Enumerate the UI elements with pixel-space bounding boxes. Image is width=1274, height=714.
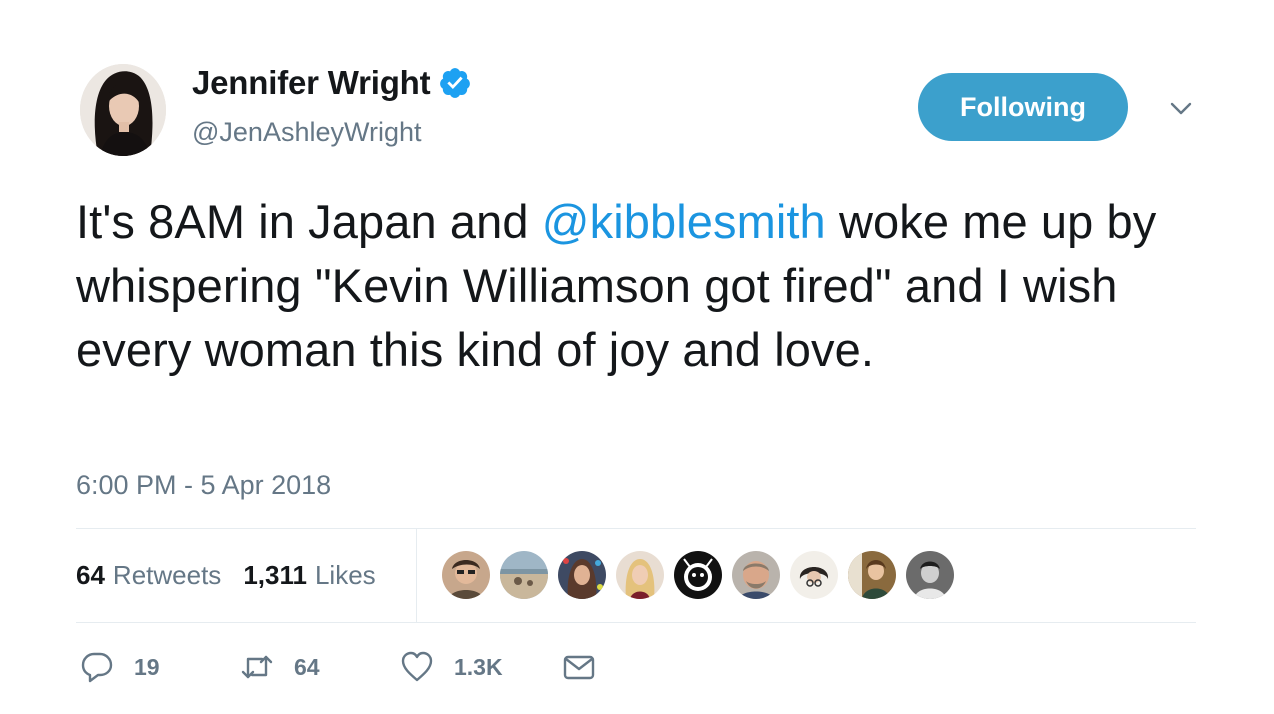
retweet-count: 64 — [294, 653, 320, 680]
liker-avatar[interactable] — [500, 551, 548, 599]
stats-separator — [416, 529, 417, 622]
verified-badge-icon — [438, 66, 472, 100]
liker-avatar[interactable] — [848, 551, 896, 599]
direct-message-button[interactable] — [562, 650, 596, 684]
retweets-stat[interactable]: 64 Retweets — [76, 560, 221, 591]
chevron-down-icon[interactable] — [1168, 96, 1194, 122]
liker-avatars — [442, 551, 964, 599]
mention-link[interactable]: @kibblesmith — [542, 195, 826, 248]
divider-top — [76, 528, 1196, 529]
author-avatar[interactable] — [80, 64, 166, 156]
author-name-row: Jennifer Wright — [192, 64, 472, 102]
liker-avatar[interactable] — [558, 551, 606, 599]
tweet-timestamp[interactable]: 6:00 PM - 5 Apr 2018 — [76, 470, 331, 501]
likes-stat[interactable]: 1,311 Likes — [243, 560, 375, 591]
like-count: 1.3K — [454, 653, 503, 680]
liker-avatar[interactable] — [616, 551, 664, 599]
reply-icon — [81, 652, 113, 683]
tweet-actions: 19 64 1.3K — [80, 650, 596, 684]
author-handle[interactable]: @JenAshleyWright — [192, 117, 422, 148]
likes-count: 1,311 — [243, 560, 307, 590]
tweet-stats: 64 Retweets 1,311 Likes — [76, 560, 398, 591]
following-button[interactable]: Following — [918, 73, 1128, 141]
liker-avatar[interactable] — [790, 551, 838, 599]
tweet-text: It's 8AM in Japan and @kibblesmith woke … — [76, 190, 1206, 382]
retweet-icon — [241, 655, 273, 679]
heart-icon — [401, 651, 433, 682]
retweets-label: Retweets — [112, 560, 222, 590]
liker-avatar[interactable] — [442, 551, 490, 599]
divider-bottom — [76, 622, 1196, 623]
retweets-count: 64 — [76, 560, 105, 590]
reply-button[interactable]: 19 — [80, 650, 240, 684]
like-button[interactable]: 1.3K — [400, 650, 562, 684]
liker-avatar[interactable] — [906, 551, 954, 599]
author-name[interactable]: Jennifer Wright — [192, 64, 431, 102]
liker-avatar[interactable] — [674, 551, 722, 599]
retweet-button[interactable]: 64 — [240, 650, 400, 684]
likes-label: Likes — [314, 560, 376, 590]
liker-avatar[interactable] — [732, 551, 780, 599]
envelope-icon — [563, 655, 595, 680]
author-avatar-image — [80, 64, 166, 156]
tweet-text-before: It's 8AM in Japan and — [76, 195, 542, 248]
reply-count: 19 — [134, 653, 160, 680]
